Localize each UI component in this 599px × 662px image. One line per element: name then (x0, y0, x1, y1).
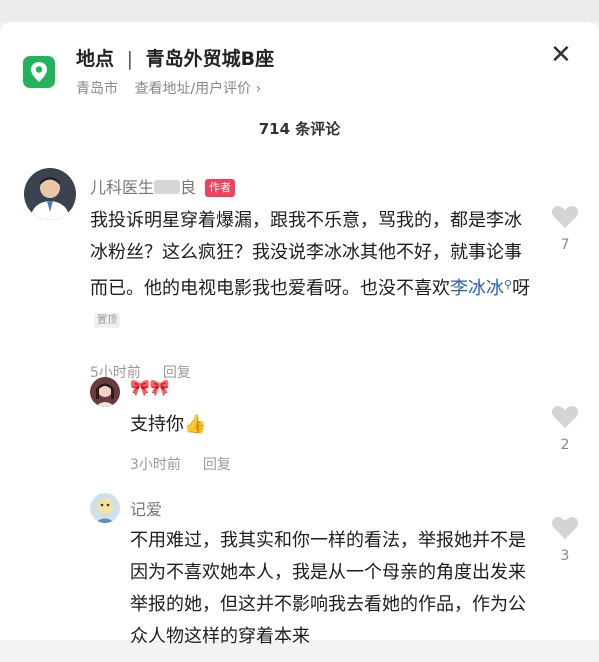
location-subtitle: 青岛市 查看地址/用户评价 › (76, 78, 261, 98)
comments-sheet: 地点 | 青岛外贸城B座 青岛市 查看地址/用户评价 › ✕ 714 条评论 儿… (0, 22, 599, 647)
comment-time: 3小时前 (130, 457, 181, 473)
blurred-text (154, 180, 181, 194)
location-separator: | (126, 48, 134, 70)
like-button[interactable]: 2 (550, 405, 580, 453)
comment-text: 支持你👍 (130, 414, 207, 435)
like-button[interactable]: 7 (550, 205, 580, 253)
location-name: 青岛外贸城B座 (145, 48, 275, 70)
comment-meta: 3小时前 回复 (130, 454, 231, 474)
like-count: 7 (560, 237, 570, 253)
heart-icon (551, 517, 579, 539)
search-link[interactable]: 李冰冰⚲ (450, 278, 512, 299)
avatar[interactable] (90, 493, 120, 523)
author-name: 儿科医生 (90, 178, 155, 197)
heart-icon (551, 406, 579, 428)
location-title[interactable]: 地点 | 青岛外贸城B座 (76, 44, 274, 71)
like-button[interactable]: 3 (550, 516, 580, 564)
comment-author[interactable]: 记爱 (130, 496, 162, 520)
author-name-suffix: 良 (180, 178, 197, 197)
author-badge: 作者 (205, 179, 236, 197)
status-bar-strip (0, 0, 599, 22)
close-icon[interactable]: ✕ (550, 42, 572, 68)
like-count: 3 (560, 548, 570, 564)
location-links[interactable]: 查看地址/用户评价 › (134, 81, 261, 97)
comment-author[interactable]: 儿科医生 良 作者 (90, 174, 236, 198)
comment-author[interactable]: 🎀🎀 (130, 378, 170, 397)
location-label: 地点 (76, 48, 115, 70)
like-count: 2 (560, 437, 570, 453)
search-link-label: 李冰冰 (450, 278, 504, 299)
comments-count: 714 条评论 (258, 120, 341, 138)
avatar[interactable] (90, 377, 120, 407)
reply-button[interactable]: 回复 (203, 457, 231, 473)
comment-text-end: 呀 (512, 278, 531, 299)
comment-text: 我投诉明星穿着爆漏，跟我不乐意，骂我的，都是李冰冰粉丝？这么疯狂？我没说李冰冰其… (90, 205, 536, 337)
location-city: 青岛市 (76, 81, 118, 97)
avatar[interactable] (24, 168, 76, 220)
location-pin-icon (23, 56, 55, 88)
search-icon: ⚲ (504, 278, 513, 291)
comment-text: 不用难过，我其实和你一样的看法，举报她并不是因为不喜欢她本人，我是从一个母亲的角… (130, 530, 526, 647)
heart-icon (551, 206, 579, 228)
pinned-badge: 置顶 (94, 313, 120, 328)
